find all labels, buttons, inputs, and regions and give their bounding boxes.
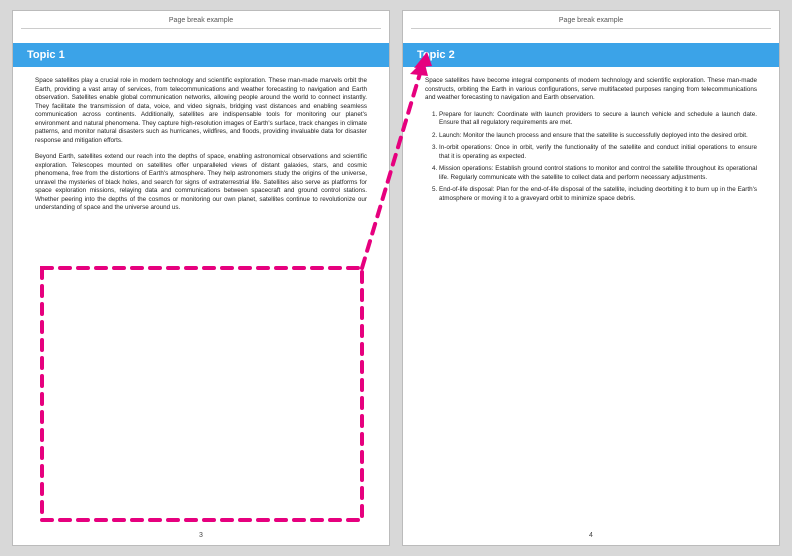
- page-header-left: Page break example: [21, 11, 381, 29]
- list-item: Mission operations: Establish ground con…: [439, 165, 757, 182]
- page-left: Page break example Topic 1 Space satelli…: [12, 10, 390, 546]
- page-spread: Page break example Topic 1 Space satelli…: [12, 10, 780, 546]
- para-2: Beyond Earth, satellites extend our reac…: [35, 153, 367, 213]
- page-number-left: 3: [13, 528, 389, 545]
- intro-para: Space satellites have become integral co…: [425, 77, 757, 103]
- page-header-right: Page break example: [411, 11, 771, 29]
- list-item: Launch: Monitor the launch process and e…: [439, 132, 757, 141]
- steps-list: Prepare for launch: Coordinate with laun…: [425, 111, 757, 204]
- topic-bar-2: Topic 2: [403, 43, 779, 67]
- list-item: In-orbit operations: Once in orbit, veri…: [439, 144, 757, 161]
- page-number-right: 4: [403, 528, 779, 545]
- topic-bar-1: Topic 1: [13, 43, 389, 67]
- list-item: Prepare for launch: Coordinate with laun…: [439, 111, 757, 128]
- page-left-body: Space satellites play a crucial role in …: [13, 67, 389, 528]
- list-item: End-of-life disposal: Plan for the end-o…: [439, 186, 757, 203]
- page-right: Page break example Topic 2 Space satelli…: [402, 10, 780, 546]
- para-1: Space satellites play a crucial role in …: [35, 77, 367, 145]
- page-right-body: Space satellites have become integral co…: [403, 67, 779, 528]
